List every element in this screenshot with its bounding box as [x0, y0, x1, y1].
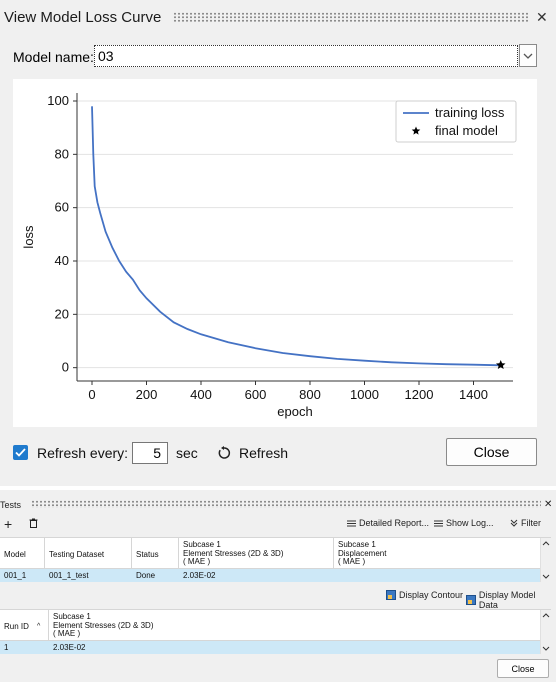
col-header-displacement[interactable]: Subcase 1 Displacement ( MAE ) — [338, 540, 386, 567]
x-tick-label: 400 — [190, 387, 212, 402]
display-model-data-label: Display Model Data — [478, 590, 536, 610]
display-contour-button[interactable]: Display Contour — [386, 590, 463, 600]
model-name-label: Model name: — [13, 49, 94, 65]
show-log-button[interactable]: Show Log... — [434, 518, 494, 528]
col-header-testing-dataset[interactable]: Testing Dataset — [49, 550, 104, 560]
close-dialog-button[interactable]: Close — [446, 438, 537, 466]
col-header-element-stresses-2[interactable]: Subcase 1 Element Stresses (2D & 3D) ( M… — [53, 612, 153, 639]
tests-close-icon[interactable]: ✕ — [544, 499, 552, 510]
y-tick-label: 60 — [55, 200, 69, 215]
sort-ascending-icon[interactable]: ^ — [37, 623, 40, 632]
refresh-checkbox[interactable] — [13, 445, 28, 460]
dialog-close-icon[interactable]: ✕ — [536, 9, 548, 26]
x-tick-label: 1200 — [405, 387, 434, 402]
x-axis-label: epoch — [277, 404, 312, 419]
cell-run-id: 1 — [4, 643, 9, 652]
x-tick-label: 1400 — [459, 387, 488, 402]
model-name-dropdown-button[interactable] — [519, 44, 537, 67]
legend-training-loss-label: training loss — [435, 105, 505, 120]
contour-icon — [386, 590, 396, 600]
delete-icon[interactable] — [29, 518, 38, 528]
checkmark-icon — [15, 448, 26, 457]
col-header-model[interactable]: Model — [4, 550, 26, 560]
model-data-icon — [466, 595, 476, 605]
x-tick-label: 200 — [136, 387, 158, 402]
drag-handle[interactable] — [173, 12, 528, 22]
model-name-combobox[interactable]: 03 — [94, 45, 518, 67]
display-model-data-button[interactable]: Display Model Data — [466, 590, 556, 610]
filter-icon — [510, 519, 518, 527]
y-tick-label: 20 — [55, 306, 69, 321]
tests-drag-handle[interactable] — [31, 500, 541, 508]
tests-title: Tests — [0, 500, 22, 510]
refresh-interval-input[interactable]: 5 — [132, 442, 168, 464]
x-tick-label: 0 — [88, 387, 95, 402]
y-tick-label: 80 — [55, 146, 69, 161]
y-tick-label: 100 — [47, 93, 69, 108]
refresh-unit-label: sec — [176, 445, 198, 461]
cell-testing-dataset: 001_1_test — [49, 571, 89, 580]
cell-status: Done — [136, 571, 156, 580]
tests-close-button[interactable]: Close — [497, 659, 549, 678]
refresh-every-label: Refresh every: — [37, 445, 129, 461]
tests-panel: Tests ✕ + Detailed Report... Show Log...… — [0, 490, 556, 682]
runs-table: Run ID ^ Subcase 1 Element Stresses (2D … — [0, 609, 551, 654]
list-icon — [347, 520, 356, 526]
display-contour-label: Display Contour — [399, 590, 464, 600]
tests-table: Model Testing Dataset Status Subcase 1 E… — [0, 537, 551, 582]
cell-element-stresses-2: 2.03E-02 — [53, 643, 86, 652]
loss-chart: 0204060801000 200 400 600 800 1000 1200 1400epo… — [21, 93, 517, 419]
cell-model: 001_1 — [4, 571, 27, 580]
detailed-report-label: Detailed Report... — [359, 518, 430, 528]
detailed-report-button[interactable]: Detailed Report... — [347, 518, 429, 528]
cell-element-stresses: 2.03E-02 — [183, 571, 216, 580]
training-loss-line — [91, 106, 501, 367]
x-tick-label: 1000 — [350, 387, 379, 402]
runs-table-scrollbar[interactable] — [540, 610, 551, 654]
x-tick-label: 600 — [245, 387, 267, 402]
table-row[interactable]: 1 2.03E-02 — [0, 641, 540, 654]
dialog-title: View Model Loss Curve — [4, 9, 162, 26]
filter-label: Filter — [521, 518, 541, 528]
col-header-status[interactable]: Status — [136, 550, 159, 560]
chevron-down-icon — [523, 53, 533, 59]
loss-curve-dialog: View Model Loss Curve ✕ Model name: 03 0… — [0, 0, 556, 486]
show-log-label: Show Log... — [446, 518, 494, 528]
y-tick-label: 0 — [62, 360, 69, 375]
log-list-icon — [434, 520, 443, 526]
loss-chart-area: 0 20 40 60 80 100 0 200 400 600 800 1000 1200 1400 epo… — [13, 79, 537, 427]
add-icon[interactable]: + — [4, 516, 12, 532]
refresh-button[interactable]: Refresh — [239, 445, 288, 461]
tests-table-scrollbar[interactable] — [540, 538, 551, 582]
table-row[interactable]: 001_1 001_1_test Done 2.03E-02 — [0, 569, 540, 582]
x-tick-label: 800 — [299, 387, 321, 402]
col-header-element-stresses[interactable]: Subcase 1 Element Stresses (2D & 3D) ( M… — [183, 540, 283, 567]
y-axis-label: loss — [21, 225, 36, 249]
col-header-run-id[interactable]: Run ID — [4, 622, 29, 632]
y-tick-label: 40 — [55, 253, 69, 268]
refresh-icon[interactable] — [217, 446, 231, 465]
filter-button[interactable]: Filter — [510, 518, 541, 528]
legend-final-model-label: final model — [435, 123, 498, 138]
